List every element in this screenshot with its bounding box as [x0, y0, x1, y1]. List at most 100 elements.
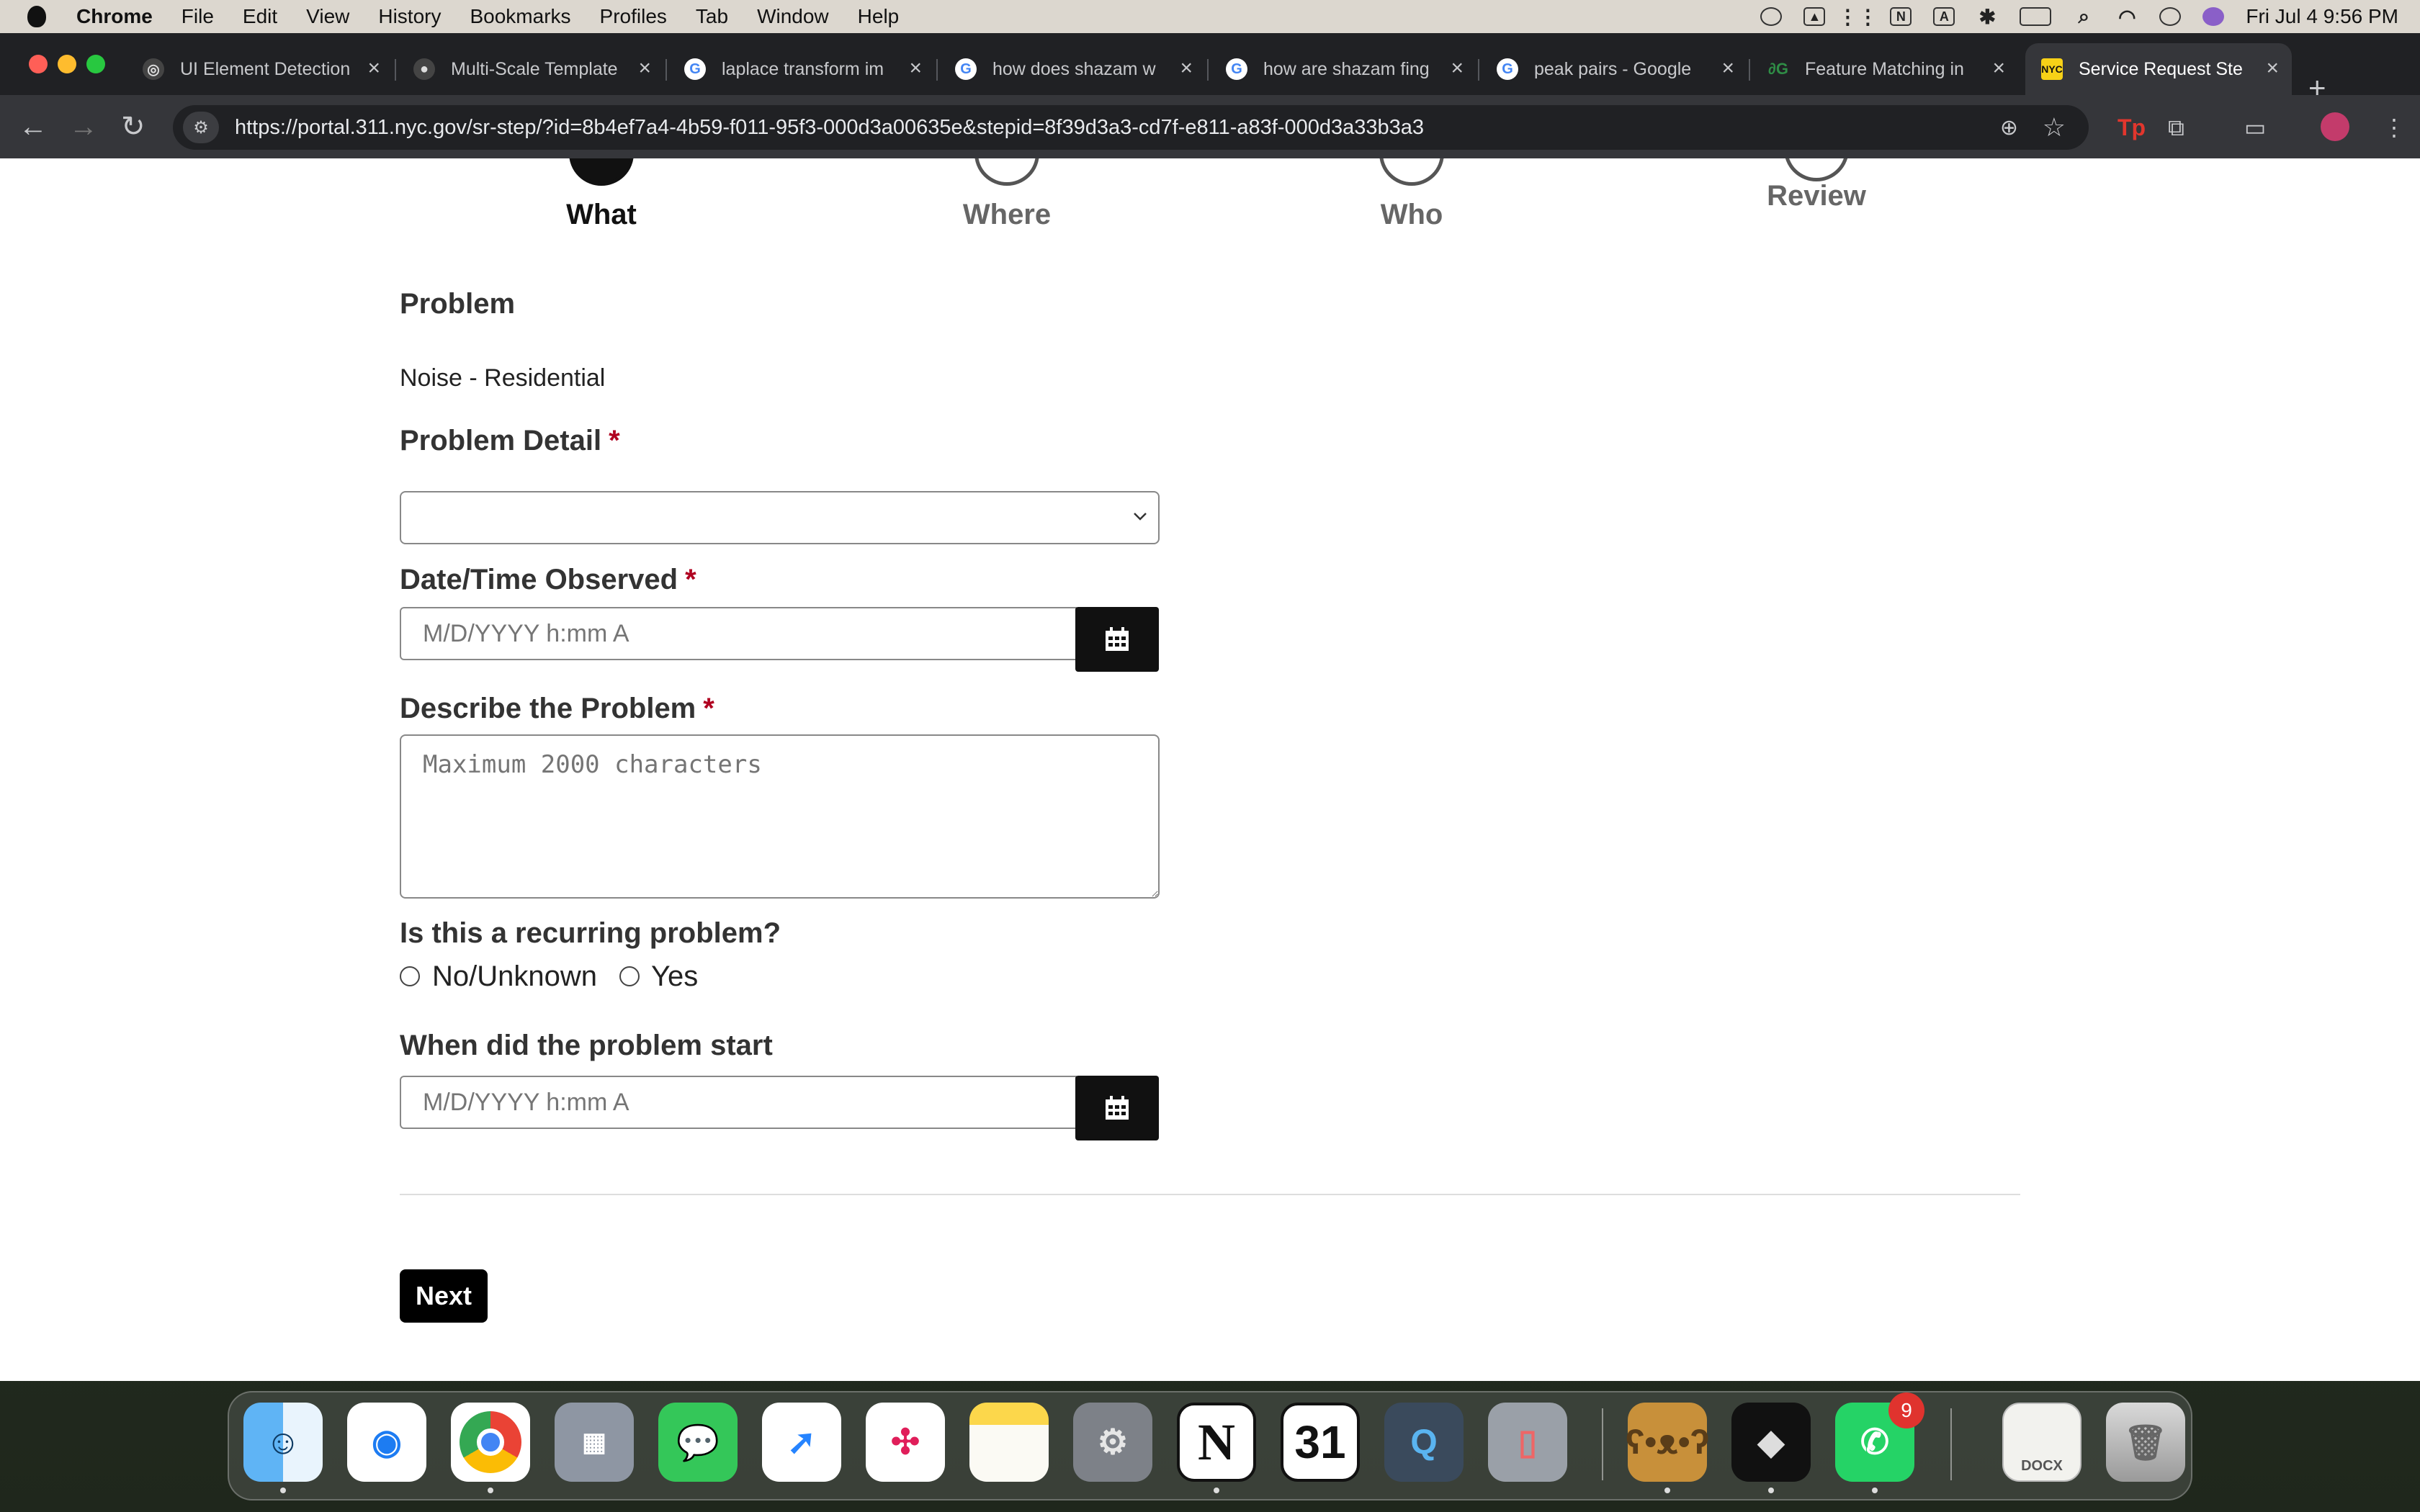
menu-app-name[interactable]: Chrome [76, 5, 153, 28]
reload-icon[interactable]: ↻ [121, 109, 145, 144]
describe-problem-textarea[interactable] [400, 734, 1160, 899]
tab-feature-matching[interactable]: ∂G Feature Matching in × [1752, 43, 2018, 95]
tab-separator [936, 59, 938, 81]
close-tab-icon[interactable]: × [2266, 56, 2279, 81]
mac-menubar: Chrome File Edit View History Bookmarks … [0, 0, 2420, 33]
trash-icon[interactable]: 🗑 [2106, 1403, 2185, 1482]
tab-how-are-shazam[interactable]: G how are shazam fing × [1210, 43, 1476, 95]
notes-icon[interactable] [969, 1403, 1049, 1482]
next-button[interactable]: Next [400, 1269, 488, 1323]
close-tab-icon[interactable]: × [1992, 56, 2005, 81]
menubar-datetime[interactable]: Fri Jul 4 9:56 PM [2246, 5, 2398, 28]
menu-history[interactable]: History [378, 5, 441, 28]
step-review[interactable]: Review [1708, 180, 1924, 212]
site-info-icon[interactable]: ⚙ [183, 112, 219, 143]
apple-icon[interactable] [27, 6, 46, 27]
jira-icon[interactable]: ➚ [762, 1403, 841, 1482]
keyboard-input-icon[interactable]: A [1933, 7, 1955, 26]
zoom-icon[interactable]: ⊕ [2000, 115, 2018, 140]
menu-file[interactable]: File [182, 5, 214, 28]
close-tab-icon[interactable]: × [638, 56, 651, 81]
launchpad-icon[interactable]: ▦ [555, 1403, 634, 1482]
cursor-icon[interactable]: ◆ [1731, 1403, 1811, 1482]
radio-yes[interactable] [619, 966, 640, 986]
grid-icon[interactable]: ⋮⋮ [1837, 6, 1878, 28]
menu-view[interactable]: View [306, 5, 349, 28]
dock-separator [1950, 1408, 1952, 1480]
quicktime-icon[interactable]: Q [1384, 1403, 1464, 1482]
tab-separator [1207, 59, 1209, 81]
step-what[interactable]: What [493, 199, 709, 231]
spotlight-search-icon[interactable]: ⌕ [2073, 5, 2094, 27]
address-bar[interactable]: ⚙ https://portal.311.nyc.gov/sr-step/?id… [173, 105, 2089, 150]
close-tab-icon[interactable]: × [1451, 56, 1464, 81]
calendar-icon[interactable]: 31 [1281, 1403, 1360, 1482]
minimize-window-button[interactable] [58, 55, 76, 73]
menu-window[interactable]: Window [757, 5, 829, 28]
close-tab-icon[interactable]: × [1180, 56, 1193, 81]
whatsapp-icon[interactable]: ✆ 9 [1835, 1392, 1924, 1482]
bookmark-star-icon[interactable]: ☆ [2043, 112, 2066, 143]
problem-value: Noise - Residential [400, 364, 606, 392]
finder-icon[interactable]: ☺ [243, 1403, 323, 1482]
problem-start-input[interactable] [400, 1076, 1077, 1129]
datetime-observed-label-text: Date/Time Observed [400, 564, 678, 595]
tab-service-request[interactable]: NYC Service Request Ste × [2025, 43, 2292, 95]
chrome-menu-icon[interactable]: ⋮ [2383, 115, 2406, 140]
tab-ui-element-detection[interactable]: ◎ UI Element Detection × [127, 43, 393, 95]
system-settings-icon[interactable]: ⚙ [1073, 1403, 1152, 1482]
menu-bookmarks[interactable]: Bookmarks [470, 5, 570, 28]
extensions-puzzle-icon[interactable]: ⧉ [2168, 115, 2184, 140]
profile-avatar[interactable] [2321, 112, 2349, 141]
radio-no-unknown-label[interactable]: No/Unknown [432, 960, 597, 993]
mac-dock: ☺ ◉ ▦ 💬 ➚ ✣ ⚙ N 31 Q ▯ ʕ•ᴥ•ʔ ◆ ✆ 9 DOCX … [228, 1391, 2192, 1500]
battery-icon[interactable] [2020, 7, 2052, 26]
problem-detail-label: Problem Detail * [400, 425, 620, 457]
messages-icon[interactable]: 💬 [658, 1403, 738, 1482]
close-window-button[interactable] [29, 55, 48, 73]
radio-yes-label[interactable]: Yes [651, 960, 698, 993]
notion-menubar-icon[interactable]: N [1890, 7, 1912, 26]
datetime-observed-input[interactable] [400, 607, 1077, 660]
forward-arrow-icon[interactable]: → [69, 109, 98, 144]
menu-tab[interactable]: Tab [696, 5, 728, 28]
github-favicon-icon: ● [413, 58, 435, 80]
extension-tp-icon[interactable]: Tp [2118, 115, 2146, 140]
notion-icon[interactable]: N [1177, 1403, 1256, 1482]
menu-help[interactable]: Help [858, 5, 900, 28]
tab-peak-pairs[interactable]: G peak pairs - Google × [1481, 43, 1747, 95]
document-icon[interactable]: DOCX [2002, 1403, 2081, 1482]
describe-problem-label-text: Describe the Problem [400, 693, 696, 724]
zoom-window-button[interactable] [86, 55, 105, 73]
datetime-observed-calendar-button[interactable] [1075, 607, 1159, 672]
url-text[interactable]: https://portal.311.nyc.gov/sr-step/?id=8… [235, 116, 1424, 140]
radio-no-unknown[interactable] [400, 966, 420, 986]
drive-icon[interactable]: ▲ [1803, 7, 1826, 26]
problem-start-calendar-button[interactable] [1075, 1076, 1159, 1140]
back-arrow-icon[interactable]: ← [19, 109, 48, 144]
close-tab-icon[interactable]: × [909, 56, 922, 81]
tab-laplace-transform[interactable]: G laplace transform im × [668, 43, 935, 95]
menu-edit[interactable]: Edit [243, 5, 277, 28]
close-tab-icon[interactable]: × [367, 56, 380, 81]
wifi-icon[interactable]: ◠ [2116, 6, 2138, 28]
tab-search-icon[interactable]: ▭ [2244, 115, 2266, 140]
iphone-mirroring-icon[interactable]: ▯ [1488, 1403, 1567, 1482]
bear-icon[interactable]: ʕ•ᴥ•ʔ [1626, 1403, 1709, 1482]
step-who[interactable]: Who [1304, 199, 1520, 231]
tab-how-does-shazam[interactable]: G how does shazam w × [939, 43, 1206, 95]
chrome-icon[interactable] [451, 1403, 530, 1482]
safari-icon[interactable]: ◉ [347, 1403, 426, 1482]
problem-detail-select[interactable] [400, 491, 1160, 544]
database-icon[interactable] [1760, 7, 1783, 26]
step-where[interactable]: Where [899, 199, 1115, 231]
close-tab-icon[interactable]: × [1721, 56, 1734, 81]
recurring-problem-label: Is this a recurring problem? [400, 917, 781, 949]
required-asterisk: * [609, 425, 620, 456]
tab-multi-scale-template[interactable]: ● Multi-Scale Template × [398, 43, 664, 95]
menu-profiles[interactable]: Profiles [600, 5, 667, 28]
slack-icon[interactable]: ✣ [866, 1403, 945, 1482]
control-center-icon[interactable] [2159, 7, 2182, 26]
bluetooth-icon[interactable]: ✱ [1976, 6, 1998, 28]
siri-icon[interactable] [2202, 7, 2225, 26]
